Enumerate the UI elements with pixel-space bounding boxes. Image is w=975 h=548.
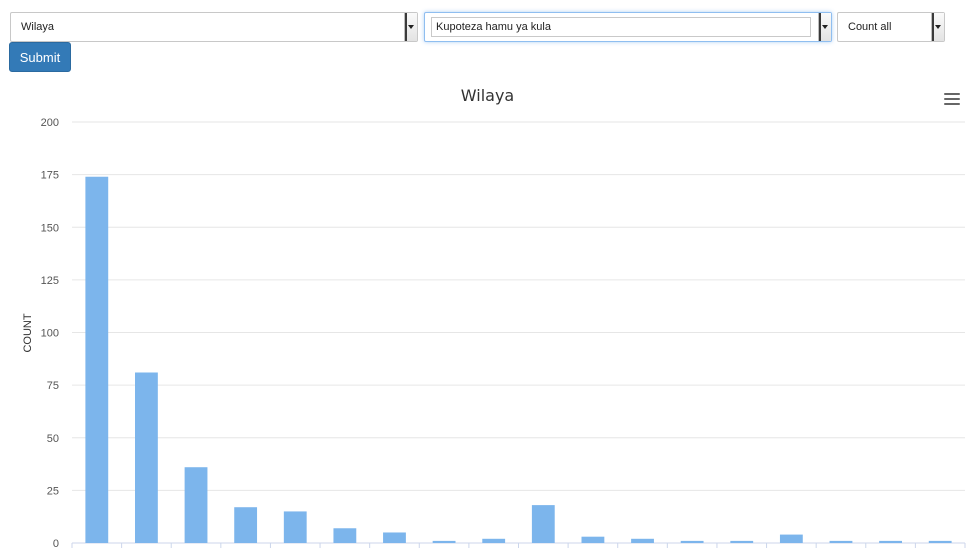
chart-bars — [85, 176, 952, 544]
bar[interactable] — [135, 372, 158, 543]
bar-chart: 0 25 50 75 100 125 150 175 200 COUNT — [22, 117, 966, 548]
bar[interactable] — [581, 536, 605, 543]
bar[interactable] — [829, 540, 853, 543]
y-tick-label: 200 — [41, 117, 59, 129]
bar[interactable] — [234, 507, 258, 543]
y-tick-label: 100 — [41, 328, 59, 340]
bar[interactable] — [333, 528, 357, 543]
bar[interactable] — [779, 534, 803, 543]
y-tick-label: 150 — [41, 222, 59, 234]
x-axis-ticks — [71, 543, 966, 548]
y-tick-label: 50 — [47, 433, 59, 445]
bar[interactable] — [879, 540, 902, 543]
bar[interactable] — [85, 176, 109, 544]
bar[interactable] — [531, 505, 555, 543]
bar[interactable] — [432, 540, 456, 543]
bar[interactable] — [680, 540, 704, 543]
bar[interactable] — [631, 538, 654, 543]
y-axis-ticks: 0 25 50 75 100 125 150 175 200 — [41, 117, 59, 548]
y-tick-label: 175 — [41, 170, 59, 182]
bar[interactable] — [482, 538, 506, 543]
y-axis-label: COUNT — [22, 313, 34, 352]
y-tick-label: 0 — [53, 538, 59, 548]
bar[interactable] — [730, 540, 754, 543]
bar[interactable] — [383, 532, 406, 543]
y-tick-label: 75 — [47, 380, 59, 392]
bar[interactable] — [283, 511, 307, 543]
bar[interactable] — [184, 467, 208, 543]
y-tick-label: 125 — [41, 275, 59, 287]
y-tick-label: 25 — [47, 485, 59, 497]
bar[interactable] — [928, 540, 952, 543]
